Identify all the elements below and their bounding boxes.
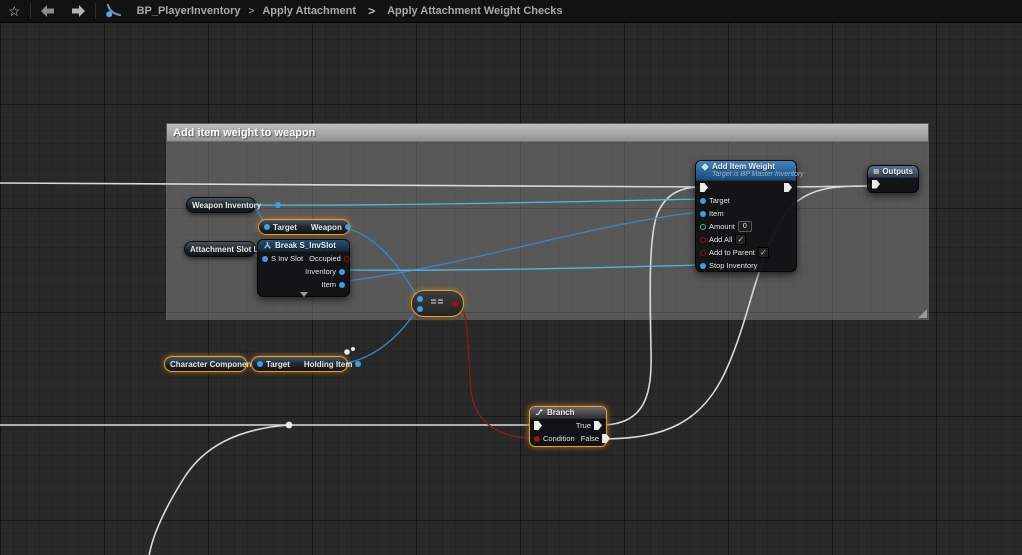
break-occupied-output-pin[interactable] bbox=[344, 256, 350, 262]
blueprint-asset-button[interactable] bbox=[97, 0, 131, 22]
add-to-parent-label: Add to Parent bbox=[709, 248, 755, 257]
add-item-weight-exec-in-pin[interactable] bbox=[700, 183, 708, 192]
add-item-weight-exec-out-pin[interactable] bbox=[784, 183, 792, 192]
add-item-weight-item-label: Item bbox=[709, 209, 724, 218]
branch-true-label: True bbox=[576, 421, 591, 430]
breadcrumb-separator-large: > bbox=[368, 4, 375, 18]
add-item-weight-amount-pin[interactable] bbox=[700, 224, 706, 230]
breadcrumb-separator: > bbox=[249, 6, 255, 17]
add-item-weight-target-label: Target bbox=[709, 196, 730, 205]
outputs-exec-in-pin[interactable] bbox=[872, 180, 880, 189]
character-component-label: Character Component bbox=[170, 360, 254, 369]
get-holding-item-target-pin[interactable] bbox=[257, 361, 263, 367]
outputs-header[interactable]: Outputs bbox=[868, 166, 918, 178]
add-item-weight-item-pin[interactable] bbox=[700, 211, 706, 217]
break-item-output-pin[interactable] bbox=[339, 282, 345, 288]
branch-true-out-pin[interactable] bbox=[594, 421, 602, 430]
wire-equals-to-branch-condition[interactable] bbox=[457, 303, 534, 438]
wire-weapon-to-equals[interactable] bbox=[341, 227, 416, 295]
amount-value-input[interactable]: 0 bbox=[738, 221, 752, 232]
back-arrow-icon bbox=[40, 4, 55, 18]
branch-exec-in-pin[interactable] bbox=[534, 421, 542, 430]
node-get-weapon-inventory[interactable]: Weapon Inventory bbox=[186, 197, 256, 213]
breadcrumb-item-blueprint[interactable]: BP_PlayerInventory bbox=[137, 5, 241, 17]
attachment-slot-label: Attachment Slot L bbox=[190, 245, 258, 254]
wire-exec-branch-true-to-add-item-weight[interactable] bbox=[601, 187, 700, 425]
add-all-label: Add All bbox=[709, 235, 732, 244]
advanced-pins-chevron-icon[interactable] bbox=[300, 292, 308, 297]
breadcrumb-item-function[interactable]: Apply Attachment bbox=[262, 5, 356, 17]
branch-icon bbox=[535, 408, 544, 417]
equals-output-pin[interactable] bbox=[452, 301, 458, 307]
breadcrumb-toolbar: ☆ BP_PlayerInventory > Apply Attachment … bbox=[0, 0, 1022, 23]
function-icon bbox=[701, 163, 709, 171]
break-node-title: Break S_InvSlot bbox=[275, 241, 336, 250]
break-s-inv-slot-label: S Inv Slot bbox=[271, 254, 303, 263]
blueprint-graph-canvas[interactable]: Add item weight to weapon Weapon Invento… bbox=[0, 0, 1022, 555]
break-struct-icon bbox=[263, 241, 272, 250]
weapon-inventory-label: Weapon Inventory bbox=[192, 201, 261, 210]
node-equal-equal[interactable]: == bbox=[411, 290, 464, 317]
blueprint-lens-icon bbox=[105, 3, 123, 19]
get-weapon-target-label: Target bbox=[273, 223, 297, 232]
star-icon: ☆ bbox=[8, 1, 21, 21]
add-item-weight-target-pin[interactable] bbox=[700, 198, 706, 204]
node-get-holding-item[interactable]: Target Holding Item bbox=[251, 356, 348, 372]
branch-title: Branch bbox=[547, 408, 575, 417]
get-weapon-target-pin[interactable] bbox=[264, 224, 270, 230]
forward-arrow-icon bbox=[71, 4, 86, 18]
wire-exec-entry-to-add-item-weight[interactable] bbox=[0, 183, 700, 187]
outputs-title: Outputs bbox=[882, 167, 913, 176]
node-get-character-component[interactable]: Character Component bbox=[164, 356, 247, 372]
break-occupied-label: Occupied bbox=[309, 254, 341, 263]
branch-condition-pin[interactable] bbox=[534, 436, 540, 442]
dangling-wire-dot-small bbox=[351, 347, 355, 351]
get-weapon-output-pin[interactable] bbox=[345, 224, 351, 230]
node-get-weapon[interactable]: Target Weapon bbox=[258, 219, 350, 235]
branch-header[interactable]: Branch bbox=[530, 407, 606, 419]
toolbar-divider bbox=[30, 3, 31, 19]
add-item-weight-add-to-parent-pin[interactable] bbox=[700, 250, 706, 256]
add-to-parent-checkbox[interactable]: ✓ bbox=[758, 247, 769, 258]
add-item-weight-title: Add Item Weight bbox=[712, 162, 775, 171]
favorite-star-button[interactable]: ☆ bbox=[0, 0, 29, 22]
branch-false-label: False bbox=[581, 434, 599, 443]
reroute-node[interactable] bbox=[286, 422, 293, 429]
branch-condition-label: Condition bbox=[543, 434, 575, 443]
toolbar-divider bbox=[95, 3, 96, 19]
get-holding-item-target-label: Target bbox=[266, 360, 290, 369]
add-item-weight-amount-label: Amount bbox=[709, 222, 735, 231]
break-item-label: Item bbox=[321, 280, 336, 289]
node-break-s-invslot[interactable]: Break S_InvSlot S Inv Slot Occupied Inve… bbox=[257, 239, 350, 297]
wire-layer bbox=[0, 0, 1022, 555]
add-item-weight-subtitle: Target is BP Master Inventory bbox=[701, 171, 791, 180]
nav-back-button[interactable] bbox=[32, 0, 63, 22]
add-item-weight-header[interactable]: Add Item Weight Target is BP Master Inve… bbox=[696, 161, 796, 181]
breadcrumb-item-graph[interactable]: Apply Attachment Weight Checks bbox=[387, 5, 562, 17]
node-branch[interactable]: Branch True Condition False bbox=[529, 406, 607, 447]
node-add-item-weight[interactable]: Add Item Weight Target is BP Master Inve… bbox=[695, 160, 797, 272]
add-item-weight-add-all-pin[interactable] bbox=[700, 237, 706, 243]
wire-holding-item-to-equals[interactable] bbox=[339, 311, 416, 364]
wire-weapon-inventory-to-target[interactable] bbox=[247, 199, 700, 205]
add-item-weight-stop-inventory-pin[interactable] bbox=[700, 263, 706, 269]
break-inventory-label: Inventory bbox=[305, 267, 336, 276]
nav-forward-button[interactable] bbox=[63, 0, 94, 22]
break-node-header[interactable]: Break S_InvSlot bbox=[258, 240, 349, 252]
outputs-result-icon bbox=[873, 167, 879, 176]
add-all-checkbox[interactable]: ✓ bbox=[735, 234, 746, 245]
wire-exec-reroute-down[interactable] bbox=[149, 425, 289, 555]
node-get-attachment-slot[interactable]: Attachment Slot L bbox=[184, 241, 256, 257]
stop-inventory-label: Stop Inventory bbox=[709, 261, 757, 270]
node-outputs[interactable]: Outputs bbox=[867, 165, 919, 193]
break-inventory-output-pin[interactable] bbox=[339, 269, 345, 275]
get-weapon-output-label: Weapon bbox=[311, 223, 342, 232]
break-s-inv-slot-input-pin[interactable] bbox=[262, 256, 268, 262]
dangling-wire-dot bbox=[344, 349, 350, 355]
get-holding-item-output-label: Holding Item bbox=[304, 360, 352, 369]
